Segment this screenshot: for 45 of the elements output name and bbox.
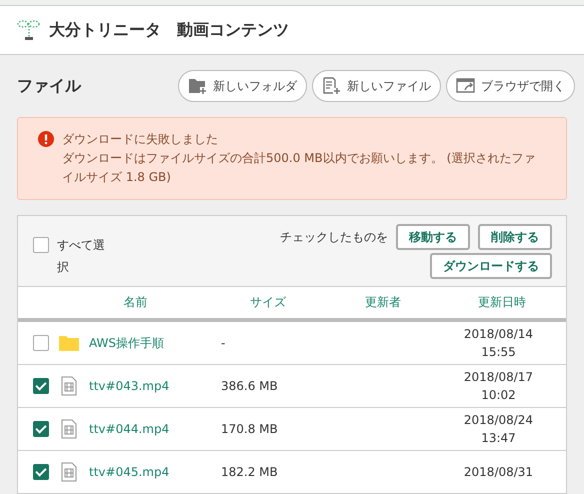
section-title: ファイル (17, 76, 81, 96)
bulk-action-label: チェックしたものを (280, 228, 388, 246)
checkbox[interactable] (33, 237, 49, 253)
browser-window-icon (456, 77, 476, 95)
alert-title: ダウンロードに失敗しました (62, 131, 219, 148)
alert-message: ダウンロードはファイルサイズの合計500.0 MB以内でお願いします。 (選択されたファイルサイズ 1.8 GB) (62, 150, 536, 186)
video-file-icon (61, 419, 77, 439)
video-file-icon (61, 462, 77, 482)
toolbar-button[interactable]: ブラウザで開く (446, 70, 575, 102)
folder-icon (59, 335, 79, 351)
modified-time: 10:02 (481, 387, 516, 404)
column-header[interactable]: 名前 (18, 294, 208, 311)
modified-time: 15:55 (481, 344, 516, 361)
app-title: 大分トリニータ 動画コンテンツ (49, 20, 289, 40)
file-size: 170.8 MB (221, 422, 279, 436)
checkbox[interactable] (33, 378, 49, 394)
document-plus-icon (322, 77, 342, 95)
bulk-action-button[interactable]: 移動する (396, 224, 470, 250)
video-file-icon (61, 376, 77, 396)
checkbox[interactable] (33, 464, 49, 480)
file-name-link[interactable]: ttv#044.mp4 (89, 422, 221, 436)
column-header[interactable]: 更新者 (328, 294, 438, 311)
toolbar-button[interactable]: 新しいフォルダ (178, 70, 307, 102)
file-size: 386.6 MB (221, 379, 279, 393)
modified-date: 2018/08/31 (464, 464, 534, 481)
modified-date: 2018/08/17 (464, 369, 534, 386)
select-all-label: すべて選択 (57, 237, 105, 276)
toolbar-button[interactable]: 新しいファイル (312, 70, 441, 102)
file-size: 182.2 MB (221, 465, 279, 479)
exclamation-icon (38, 131, 54, 147)
file-size: - (221, 336, 226, 350)
checkbox[interactable] (33, 421, 49, 437)
file-name-link[interactable]: ttv#045.mp4 (89, 465, 221, 479)
modified-date: 2018/08/14 (464, 326, 534, 343)
folder-plus-icon (188, 77, 208, 95)
modified-date: 2018/08/24 (464, 412, 534, 429)
file-name-link[interactable]: AWS操作手順 (89, 334, 221, 352)
bulk-action-button[interactable]: 削除する (478, 224, 552, 250)
column-header[interactable]: 更新日時 (438, 294, 566, 311)
file-name-link[interactable]: ttv#043.mp4 (89, 379, 221, 393)
column-header[interactable]: サイズ (208, 294, 328, 311)
sprout-logo-icon (17, 19, 41, 41)
checkbox[interactable] (33, 335, 49, 351)
bulk-action-button[interactable]: ダウンロードする (430, 253, 552, 279)
modified-time: 13:47 (481, 430, 516, 447)
